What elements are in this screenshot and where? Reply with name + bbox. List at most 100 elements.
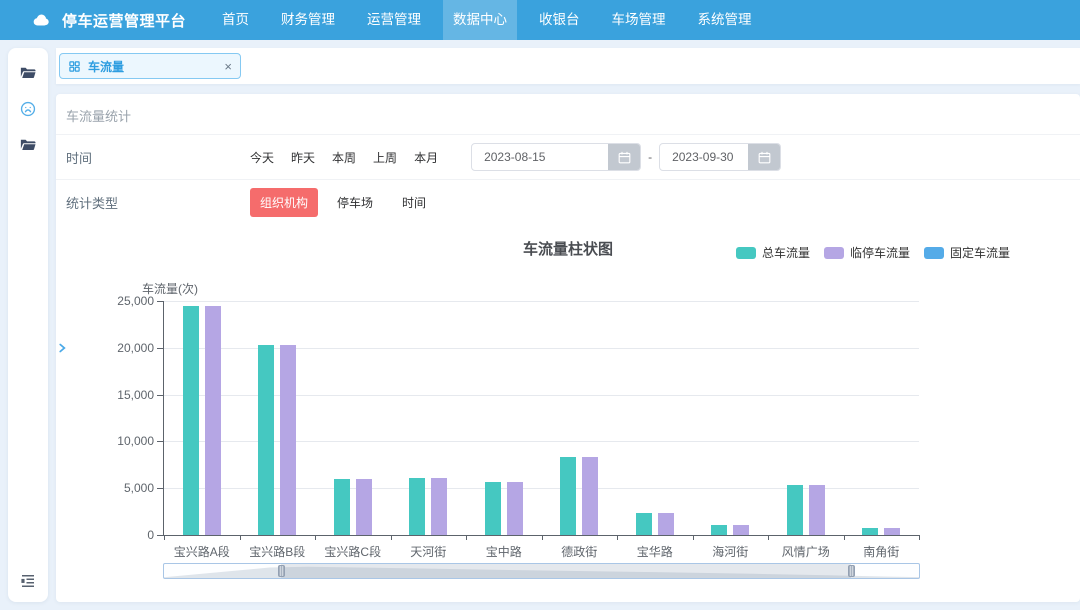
x-tick-mark — [542, 535, 543, 540]
y-tick-label: 5,000 — [72, 481, 154, 495]
range-separator: - — [648, 150, 652, 164]
folder-open-icon[interactable] — [19, 64, 37, 82]
x-category-label: 风情广场 — [768, 543, 844, 560]
start-date-value: 2023-08-15 — [472, 150, 608, 164]
bar-总车流量-2 — [334, 479, 350, 535]
bar-临停车流量-0 — [205, 306, 221, 535]
datazoom-left-handle[interactable] — [278, 565, 285, 577]
traffic-stats-card: 车流量统计 时间 今天昨天本周上周本月 2023-08-15 - 2023-09… — [56, 94, 1080, 602]
x-category-label: 海河街 — [693, 543, 769, 560]
section-title: 车流量统计 — [56, 104, 1080, 134]
y-tick-label: 10,000 — [72, 434, 154, 448]
tab-traffic-flow[interactable]: 车流量 × — [59, 53, 241, 79]
app-title: 停车运营管理平台 — [62, 10, 186, 31]
quick-option-2[interactable]: 本周 — [332, 149, 356, 166]
bar-临停车流量-7 — [733, 525, 749, 535]
nav-item-4[interactable]: 收银台 — [529, 0, 590, 40]
face-icon[interactable] — [19, 100, 37, 118]
x-tick-mark — [693, 535, 694, 540]
end-date-value: 2023-09-30 — [660, 150, 748, 164]
stat-type-options: 组织机构停车场时间 — [250, 188, 445, 217]
bar-临停车流量-6 — [658, 513, 674, 535]
stat-type-option-0[interactable]: 组织机构 — [250, 188, 318, 217]
nav-item-2[interactable]: 运营管理 — [357, 0, 431, 40]
x-tick-mark — [919, 535, 920, 540]
bar-总车流量-3 — [409, 478, 425, 535]
datazoom-right-handle[interactable] — [848, 565, 855, 577]
date-range-group: 2023-08-15 - 2023-09-30 — [471, 143, 781, 171]
legend-item-0[interactable]: 总车流量 — [736, 244, 810, 261]
datazoom-slider[interactable] — [163, 563, 920, 579]
bar-临停车流量-4 — [507, 482, 523, 535]
time-filter-label: 时间 — [56, 148, 250, 167]
stat-type-option-1[interactable]: 停车场 — [327, 188, 383, 217]
x-tick-mark — [240, 535, 241, 540]
stat-type-row: 统计类型 组织机构停车场时间 — [56, 180, 1080, 224]
gridline — [164, 441, 919, 442]
folder-open-icon[interactable] — [19, 136, 37, 154]
x-tick-mark — [466, 535, 467, 540]
quick-option-1[interactable]: 昨天 — [291, 149, 315, 166]
chart-section: 车流量柱状图 总车流量临停车流量固定车流量 车流量(次) 05,00010,00… — [56, 224, 1080, 602]
nav-item-6[interactable]: 系统管理 — [688, 0, 762, 40]
datazoom-window[interactable] — [281, 564, 851, 578]
nav-item-0[interactable]: 首页 — [212, 0, 259, 40]
nav-item-1[interactable]: 财务管理 — [271, 0, 345, 40]
y-tick-label: 25,000 — [72, 294, 154, 308]
bar-总车流量-1 — [258, 345, 274, 535]
quick-option-0[interactable]: 今天 — [250, 149, 274, 166]
indent-list-icon[interactable] — [19, 572, 37, 590]
bar-总车流量-4 — [485, 482, 501, 535]
x-category-label: 天河街 — [391, 543, 467, 560]
x-tick-mark — [391, 535, 392, 540]
start-date-input[interactable]: 2023-08-15 — [471, 143, 641, 171]
nav-item-3[interactable]: 数据中心 — [443, 0, 517, 40]
quick-option-4[interactable]: 本月 — [414, 149, 438, 166]
x-category-label: 宝华路 — [617, 543, 693, 560]
x-tick-mark — [315, 535, 316, 540]
time-filter-row: 时间 今天昨天本周上周本月 2023-08-15 - 2023-09-30 — [56, 135, 1080, 179]
bar-总车流量-7 — [711, 525, 727, 535]
quick-date-options: 今天昨天本周上周本月 — [250, 149, 455, 166]
gridline — [164, 301, 919, 302]
legend-label: 固定车流量 — [950, 244, 1010, 261]
bar-总车流量-0 — [183, 306, 199, 535]
close-icon[interactable]: × — [224, 60, 232, 73]
legend-swatch — [736, 247, 756, 259]
x-category-label: 宝兴路A段 — [164, 543, 240, 560]
x-category-label: 宝兴路C段 — [315, 543, 391, 560]
bar-总车流量-9 — [862, 528, 878, 535]
bar-总车流量-6 — [636, 513, 652, 535]
gridline — [164, 348, 919, 349]
calendar-button[interactable] — [608, 143, 640, 171]
y-tick-label: 20,000 — [72, 341, 154, 355]
y-tick-label: 0 — [72, 528, 154, 542]
tab-label: 车流量 — [88, 58, 124, 75]
tab-strip: 车流量 × — [56, 48, 1080, 84]
bar-临停车流量-8 — [809, 485, 825, 535]
gridline — [164, 395, 919, 396]
bar-总车流量-8 — [787, 485, 803, 535]
nav-item-5[interactable]: 车场管理 — [602, 0, 676, 40]
x-category-label: 宝兴路B段 — [240, 543, 316, 560]
x-tick-mark — [164, 535, 165, 540]
bar-临停车流量-3 — [431, 478, 447, 535]
bar-临停车流量-1 — [280, 345, 296, 535]
bar-总车流量-5 — [560, 457, 576, 535]
bar-临停车流量-9 — [884, 528, 900, 535]
legend-label: 总车流量 — [762, 244, 810, 261]
quick-option-3[interactable]: 上周 — [373, 149, 397, 166]
calendar-button[interactable] — [748, 143, 780, 171]
y-tick-label: 15,000 — [72, 388, 154, 402]
bar-临停车流量-5 — [582, 457, 598, 535]
legend-item-1[interactable]: 临停车流量 — [824, 244, 910, 261]
legend-item-2[interactable]: 固定车流量 — [924, 244, 1010, 261]
chevron-right-icon[interactable] — [55, 338, 69, 358]
x-category-label: 南角街 — [844, 543, 920, 560]
bar-临停车流量-2 — [356, 479, 372, 535]
stat-type-option-2[interactable]: 时间 — [392, 188, 436, 217]
chart-legend: 总车流量临停车流量 固定车流量 — [722, 244, 1010, 261]
x-tick-mark — [844, 535, 845, 540]
app-header: 停车运营管理平台 首页财务管理运营管理数据中心收银台车场管理系统管理 — [0, 0, 1080, 40]
end-date-input[interactable]: 2023-09-30 — [659, 143, 781, 171]
